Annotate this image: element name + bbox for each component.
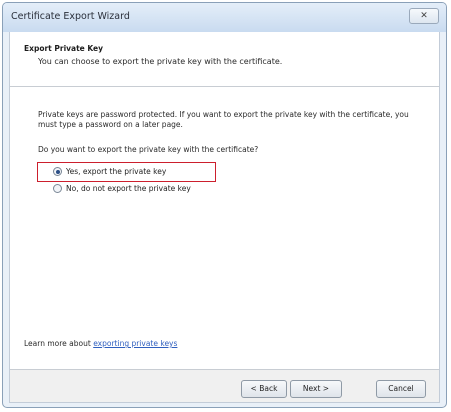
option-yes-label: Yes, export the private key <box>66 167 167 176</box>
header-divider <box>10 86 439 87</box>
next-button[interactable]: Next > <box>290 380 342 398</box>
option-no-label: No, do not export the private key <box>66 184 191 193</box>
learn-more-prefix: Learn more about <box>24 339 94 348</box>
cancel-button[interactable]: Cancel <box>376 380 426 398</box>
wizard-header: Export Private Key You can choose to exp… <box>10 32 439 86</box>
window-title: Certificate Export Wizard <box>11 11 130 22</box>
title-bar[interactable]: Certificate Export Wizard ✕ <box>3 3 446 32</box>
close-button[interactable]: ✕ <box>409 8 439 24</box>
radio-yes[interactable] <box>53 167 62 176</box>
certificate-export-wizard-window: Certificate Export Wizard ✕ Export Priva… <box>2 2 447 408</box>
button-bar <box>10 370 439 402</box>
close-icon: ✕ <box>420 11 428 21</box>
page-subtitle: You can choose to export the private key… <box>38 57 283 66</box>
learn-more-link[interactable]: exporting private keys <box>93 339 177 348</box>
info-paragraph: Private keys are password protected. If … <box>38 110 409 129</box>
wizard-content: Export Private Key You can choose to exp… <box>9 32 440 403</box>
option-no-export[interactable]: No, do not export the private key <box>53 184 191 193</box>
learn-more-text: Learn more about exporting private keys <box>24 339 177 348</box>
export-question: Do you want to export the private key wi… <box>38 145 259 154</box>
back-button[interactable]: < Back <box>241 380 287 398</box>
radio-no[interactable] <box>53 184 62 193</box>
option-yes-export[interactable]: Yes, export the private key <box>53 167 166 176</box>
page-title: Export Private Key <box>24 44 104 53</box>
